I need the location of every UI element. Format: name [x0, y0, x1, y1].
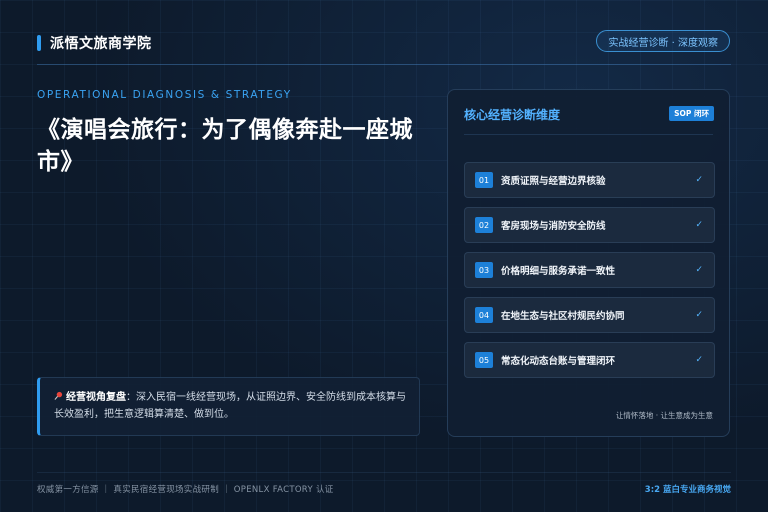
check-icon: ✓ — [695, 310, 703, 320]
check-icon: ✓ — [695, 175, 703, 185]
item-number-badge: 03 — [475, 262, 493, 278]
pushpin-icon — [54, 391, 63, 400]
diagnosis-item: 03 价格明细与服务承诺一致性 ✓ — [464, 252, 715, 288]
check-icon: ✓ — [695, 265, 703, 275]
review-label: 经营视角复盘 — [66, 392, 126, 403]
header-tag-pill: 实战经营诊断 · 深度观察 — [596, 30, 730, 52]
eyebrow-subtitle: OPERATIONAL DIAGNOSIS & STRATEGY — [37, 89, 292, 101]
footer-divider — [37, 472, 731, 473]
item-number-badge: 05 — [475, 352, 493, 368]
footer-source-note: 权威第一方信源 ｜ 真实民宿经营现场实战研制 ｜ OPENLX FACTORY … — [37, 485, 334, 495]
item-label: 价格明细与服务承诺一致性 — [501, 266, 616, 277]
page: 派悟文旅商学院 实战经营诊断 · 深度观察 OPERATIONAL DIAGNO… — [0, 0, 768, 512]
diagnosis-item: 05 常态化动态台账与管理闭环 ✓ — [464, 342, 715, 378]
check-icon: ✓ — [695, 220, 703, 230]
brand-name: 派悟文旅商学院 — [50, 36, 152, 52]
brand-accent-bar — [37, 35, 41, 51]
sop-badge: SOP 闭环 — [669, 106, 714, 121]
item-number-badge: 02 — [475, 217, 493, 233]
item-label: 资质证照与经营边界核验 — [501, 176, 606, 187]
item-number-badge: 01 — [475, 172, 493, 188]
diagnosis-item: 02 客房现场与消防安全防线 ✓ — [464, 207, 715, 243]
header-divider — [37, 64, 731, 65]
review-callout: 经营视角复盘：深入民宿一线经营现场，从证照边界、安全防线到成本核算与长效盈利，把… — [37, 377, 420, 436]
diagnosis-item: 01 资质证照与经营边界核验 ✓ — [464, 162, 715, 198]
footer-format-note: 3:2 蓝白专业商务视觉 — [644, 485, 731, 495]
diagnosis-item: 04 在地生态与社区村规民约协同 ✓ — [464, 297, 715, 333]
item-label: 客房现场与消防安全防线 — [501, 221, 606, 232]
item-label: 常态化动态台账与管理闭环 — [501, 356, 616, 367]
card-divider — [464, 134, 713, 135]
item-label: 在地生态与社区村规民约协同 — [501, 311, 625, 322]
item-number-badge: 04 — [475, 307, 493, 323]
card-slogan: 让情怀落地 · 让生意成为生意 — [615, 411, 713, 420]
page-title: 《演唱会旅行：为了偶像奔赴一座城市》 — [37, 117, 413, 175]
card-title: 核心经营诊断维度 — [464, 108, 561, 122]
brand: 派悟文旅商学院 — [37, 33, 152, 53]
diagnosis-card: 核心经营诊断维度 SOP 闭环 01 资质证照与经营边界核验 ✓ 02 客房现场… — [447, 89, 730, 437]
check-icon: ✓ — [695, 355, 703, 365]
